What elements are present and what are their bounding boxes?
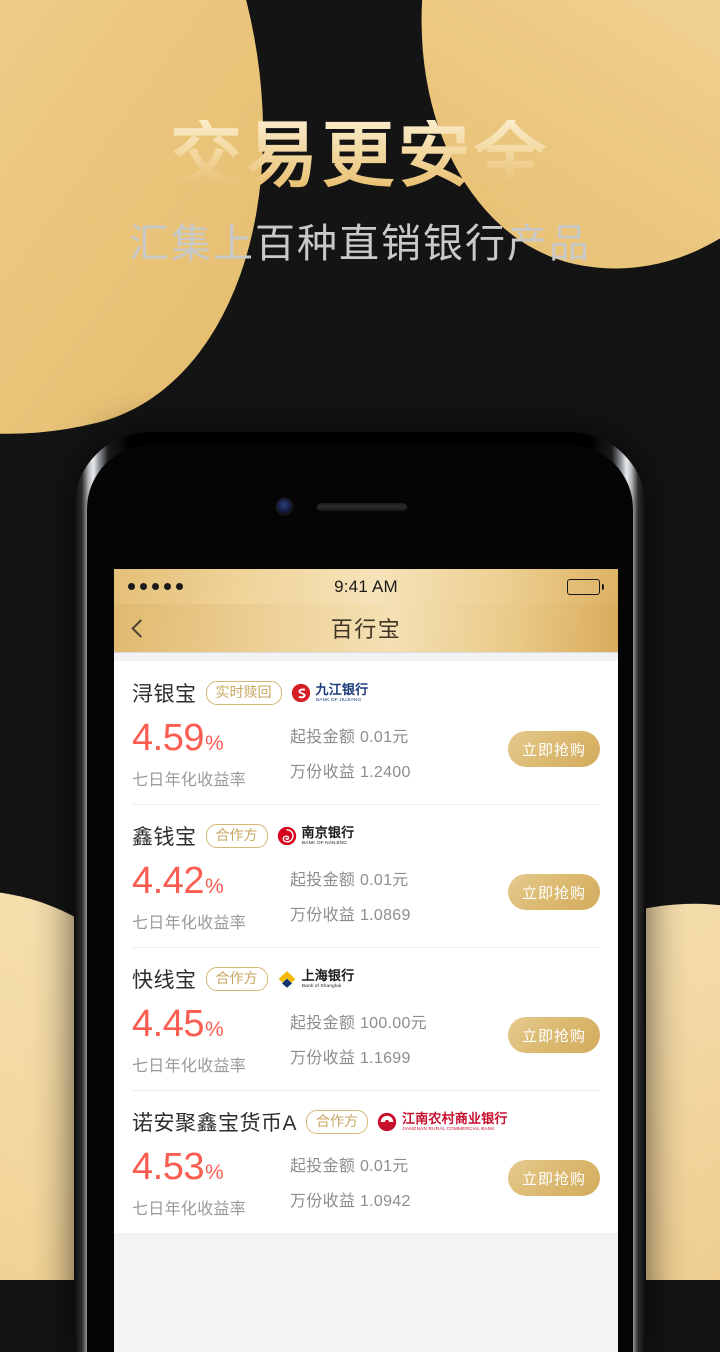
info-column: 起投金额 0.01元 万份收益 1.2400 xyxy=(290,719,508,782)
buy-now-button[interactable]: 立即抢购 xyxy=(508,874,600,910)
min-investment-row: 起投金额 0.01元 xyxy=(290,872,409,889)
product-list: 浔银宝 实时赎回 九江银行 BANK OF JIUJIANG 4.59% 七日年化收益率起… xyxy=(114,652,618,1233)
min-investment-row: 起投金额 100.00元 xyxy=(290,1015,427,1032)
product-tag: 合作方 xyxy=(205,967,268,991)
product-name: 鑫钱宝 xyxy=(132,826,197,849)
unit-income-row: 万份收益 1.0869 xyxy=(290,907,411,924)
promo-subheadline: 汇集上百种直销银行产品 xyxy=(129,222,591,266)
rate-column: 4.42% 七日年化收益率 xyxy=(132,862,290,933)
info-column: 起投金额 0.01元 万份收益 1.0942 xyxy=(290,1148,508,1211)
phone-mockup: 9:41 AM 百行宝 浔银宝 实时赎回 九江银行 BANK OF JIUJIANG 4… xyxy=(74,432,646,1352)
product-name: 诺安聚鑫宝货币A xyxy=(132,1112,298,1135)
product-name: 快线宝 xyxy=(132,969,197,992)
product-card-header: 浔银宝 实时赎回 九江银行 BANK OF JIUJIANG xyxy=(132,678,600,708)
percent-sign: % xyxy=(204,875,224,898)
status-bar: 9:41 AM xyxy=(114,569,618,604)
bank-logo-icon xyxy=(278,971,295,988)
product-card: 鑫钱宝 合作方 南京银行 BANK OF NANJING 4.42% 七日年化收益率 起投金… xyxy=(114,804,618,947)
percent-sign: % xyxy=(204,732,224,755)
bank-name-en: BANK OF JIUJIANG xyxy=(315,696,361,703)
back-button[interactable] xyxy=(114,604,162,652)
phone-screen: 9:41 AM 百行宝 浔银宝 实时赎回 九江银行 BANK OF JIUJIANG 4… xyxy=(114,569,618,1352)
min-investment-row: 起投金额 0.01元 xyxy=(290,1158,409,1175)
buy-now-button[interactable]: 立即抢购 xyxy=(508,731,600,767)
chevron-left-icon xyxy=(130,618,150,638)
bank-name-cn: 南京银行 xyxy=(301,825,355,841)
earpiece-speaker-icon xyxy=(317,503,407,511)
annual-rate-label: 七日年化收益率 xyxy=(132,915,247,932)
product-card-header: 快线宝 合作方 上海银行 Bank of Shanghai xyxy=(132,964,600,994)
bank-logo-icon xyxy=(291,683,310,703)
unit-income-row: 万份收益 1.1699 xyxy=(290,1050,411,1067)
bank-name-block: 上海银行 Bank of Shanghai xyxy=(302,969,355,989)
bank-logo-icon xyxy=(277,826,296,846)
percent-sign: % xyxy=(204,1161,224,1184)
bank-brand: 江南农村商业银行 JIANGNAN RURAL COMMERCIAL BANK xyxy=(377,1112,508,1132)
bank-logo-icon xyxy=(377,1112,397,1132)
phone-bezel: 9:41 AM 百行宝 浔银宝 实时赎回 九江银行 BANK OF JIUJIANG 4… xyxy=(87,445,633,1352)
min-investment-row: 起投金额 0.01元 xyxy=(290,729,409,746)
front-camera-icon xyxy=(277,499,292,514)
promo-headline: 交易更安全 xyxy=(0,120,720,192)
product-tag: 合作方 xyxy=(205,824,268,848)
bank-name-cn: 江南农村商业银行 xyxy=(402,1111,508,1127)
bank-name-block: 南京银行 BANK OF NANJING xyxy=(302,826,355,846)
bank-name-cn: 上海银行 xyxy=(301,968,355,984)
annual-rate-label: 七日年化收益率 xyxy=(132,1058,247,1075)
bank-brand: 南京银行 BANK OF NANJING xyxy=(277,826,355,846)
product-card-body: 4.42% 七日年化收益率 起投金额 0.01元 万份收益 1.0869 立即抢购 xyxy=(132,862,600,933)
product-card-body: 4.59% 七日年化收益率 起投金额 0.01元 万份收益 1.2400 立即抢购 xyxy=(132,719,600,790)
bank-name-block: 江南农村商业银行 JIANGNAN RURAL COMMERCIAL BANK xyxy=(402,1112,508,1132)
product-card-header: 诺安聚鑫宝货币A 合作方 江南农村商业银行 JIANGNAN RURAL COMMER… xyxy=(132,1107,600,1137)
phone-hardware-row xyxy=(87,499,633,515)
page-title: 百行宝 xyxy=(330,617,402,642)
bank-name-en: JIANGNAN RURAL COMMERCIAL BANK xyxy=(402,1125,495,1132)
rate-column: 4.59% 七日年化收益率 xyxy=(132,719,290,790)
action-column: 立即抢购 xyxy=(508,719,600,767)
product-card-body: 4.53% 七日年化收益率 起投金额 0.01元 万份收益 1.0942 立即抢购 xyxy=(132,1148,600,1219)
info-column: 起投金额 0.01元 万份收益 1.0869 xyxy=(290,862,508,925)
product-name: 浔银宝 xyxy=(132,683,197,706)
bank-brand: 九江银行 BANK OF JIUJIANG xyxy=(291,683,369,703)
percent-sign: % xyxy=(204,1018,224,1041)
app-nav-bar: 百行宝 xyxy=(114,604,618,652)
rate-column: 4.53% 七日年化收益率 xyxy=(132,1148,290,1219)
annual-rate-label: 七日年化收益率 xyxy=(132,772,247,789)
annual-rate-value: 4.59% xyxy=(132,717,224,759)
product-card: 快线宝 合作方 上海银行 Bank of Shanghai 4.45% 七日年化收益率 起投… xyxy=(114,947,618,1090)
rate-column: 4.45% 七日年化收益率 xyxy=(132,1005,290,1076)
unit-income-row: 万份收益 1.0942 xyxy=(290,1193,411,1210)
annual-rate-value: 4.45% xyxy=(132,1003,224,1045)
bank-name-en: Bank of Shanghai xyxy=(301,982,341,989)
bank-brand: 上海银行 Bank of Shanghai xyxy=(277,969,355,989)
bank-name-block: 九江银行 BANK OF JIUJIANG xyxy=(316,683,369,703)
product-card: 诺安聚鑫宝货币A 合作方 江南农村商业银行 JIANGNAN RURAL COMMER… xyxy=(114,1090,618,1233)
annual-rate-value: 4.53% xyxy=(132,1146,224,1188)
product-card-body: 4.45% 七日年化收益率 起投金额 100.00元 万份收益 1.1699 立即抢购 xyxy=(132,1005,600,1076)
bank-name-cn: 九江银行 xyxy=(315,682,369,698)
action-column: 立即抢购 xyxy=(508,862,600,910)
action-column: 立即抢购 xyxy=(508,1148,600,1196)
buy-now-button[interactable]: 立即抢购 xyxy=(508,1160,600,1196)
product-tag: 合作方 xyxy=(306,1110,369,1134)
annual-rate-label: 七日年化收益率 xyxy=(132,1201,247,1218)
buy-now-button[interactable]: 立即抢购 xyxy=(508,1017,600,1053)
bank-name-en: BANK OF NANJING xyxy=(301,839,347,846)
action-column: 立即抢购 xyxy=(508,1005,600,1053)
product-tag: 实时赎回 xyxy=(205,681,282,705)
promo-text-block: 交易更安全 汇集上百种直销银行产品 xyxy=(0,120,720,264)
unit-income-row: 万份收益 1.2400 xyxy=(290,764,411,781)
annual-rate-value: 4.42% xyxy=(132,860,224,902)
info-column: 起投金额 100.00元 万份收益 1.1699 xyxy=(290,1005,508,1068)
product-card: 浔银宝 实时赎回 九江银行 BANK OF JIUJIANG 4.59% 七日年化收益率 起… xyxy=(114,661,618,804)
product-card-header: 鑫钱宝 合作方 南京银行 BANK OF NANJING xyxy=(132,821,600,851)
status-bar-time: 9:41 AM xyxy=(334,576,398,596)
